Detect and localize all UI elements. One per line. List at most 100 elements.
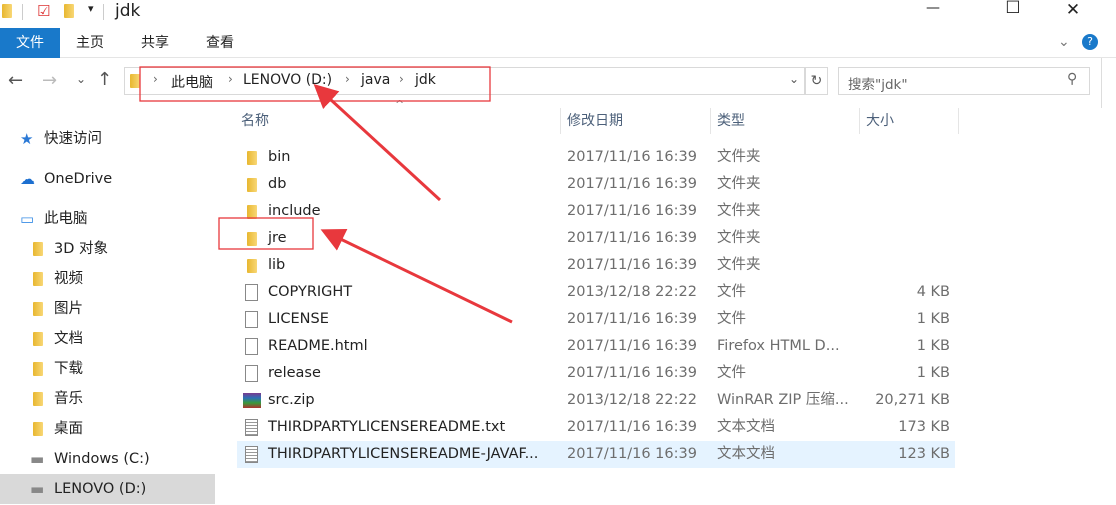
- file-date: 2013/12/18 22:22: [567, 392, 697, 408]
- column-divider[interactable]: [710, 108, 711, 134]
- file-row[interactable]: release 2017/11/16 16:39 文件 1 KB: [237, 360, 955, 387]
- file-row[interactable]: bin 2017/11/16 16:39 文件夹: [237, 144, 955, 171]
- file-row[interactable]: THIRDPARTYLICENSEREADME-JAVAF... 2017/11/…: [237, 441, 955, 468]
- sidebar-item[interactable]: ▬ LENOVO (D:): [0, 474, 215, 504]
- breadcrumb-this-pc[interactable]: 此电脑: [171, 72, 213, 92]
- sidebar-item[interactable]: ▭ 此电脑: [0, 204, 215, 234]
- sidebar-item-label: 文档: [54, 331, 83, 347]
- up-icon[interactable]: ↑: [97, 69, 112, 90]
- address-bar[interactable]: › 此电脑 › LENOVO (D:) › java › jdk ⌄: [124, 67, 805, 95]
- search-input[interactable]: 搜索"jdk" ⚲: [838, 67, 1090, 95]
- new-folder-icon[interactable]: [64, 4, 74, 18]
- folder-icon: [247, 259, 257, 273]
- file-row[interactable]: COPYRIGHT 2013/12/18 22:22 文件 4 KB: [237, 279, 955, 306]
- address-dropdown-icon[interactable]: ⌄: [789, 72, 799, 86]
- file-row[interactable]: src.zip 2013/12/18 22:22 WinRAR ZIP 压缩... 2…: [237, 387, 955, 414]
- ribbon-tabs: 文件 主页 共享 查看 ⌄ ?: [0, 28, 1116, 58]
- expand-ribbon-icon[interactable]: ⌄: [1058, 34, 1070, 50]
- recent-locations-icon[interactable]: ⌄: [76, 72, 86, 86]
- sort-ascending-icon: ^: [395, 98, 405, 111]
- title-bar: ☑ ▾ jdk — ☐ ✕: [0, 0, 1116, 28]
- sidebar-item[interactable]: 视频: [0, 264, 215, 294]
- refresh-button[interactable]: ↻: [805, 67, 828, 95]
- sidebar-item[interactable]: 图片: [0, 294, 215, 324]
- sidebar-item[interactable]: ★ 快速访问: [0, 124, 215, 154]
- tab-home[interactable]: 主页: [76, 28, 104, 58]
- file-row[interactable]: lib 2017/11/16 16:39 文件夹: [237, 252, 955, 279]
- file-type: WinRAR ZIP 压缩...: [717, 392, 849, 408]
- chevron-right-icon: ›: [399, 72, 404, 86]
- file-type: 文件: [717, 311, 746, 327]
- file-date: 2017/11/16 16:39: [567, 203, 697, 219]
- file-size: 1 KB: [916, 311, 950, 327]
- file-size: 1 KB: [916, 365, 950, 381]
- sidebar-item-label: OneDrive: [44, 171, 113, 187]
- file-name: THIRDPARTYLICENSEREADME.txt: [268, 419, 506, 435]
- file-row[interactable]: THIRDPARTYLICENSEREADME.txt 2017/11/16 16…: [237, 414, 955, 441]
- sidebar-item[interactable]: 桌面: [0, 414, 215, 444]
- file-row[interactable]: jre 2017/11/16 16:39 文件夹: [237, 225, 955, 252]
- tab-view[interactable]: 查看: [206, 28, 234, 58]
- file-date: 2017/11/16 16:39: [567, 365, 697, 381]
- window-title: jdk: [115, 1, 141, 21]
- sidebar-item[interactable]: 3D 对象: [0, 234, 215, 264]
- search-icon: ⚲: [1067, 71, 1078, 87]
- folder-downloads-icon: [33, 362, 43, 376]
- file-type: Firefox HTML D...: [717, 338, 840, 354]
- file-size: 4 KB: [916, 284, 950, 300]
- folder-video-icon: [33, 272, 43, 286]
- drive-icon: ▬: [30, 480, 45, 498]
- column-divider[interactable]: [560, 108, 561, 134]
- sidebar-item[interactable]: ▬ Windows (C:): [0, 444, 215, 474]
- file-type: 文件: [717, 284, 746, 300]
- file-date: 2017/11/16 16:39: [567, 338, 697, 354]
- breadcrumb-lenovo[interactable]: LENOVO (D:): [243, 72, 332, 88]
- folder-icon: [247, 178, 257, 192]
- folder-desktop-icon: [33, 422, 43, 436]
- folder-icon: [2, 4, 12, 18]
- file-row[interactable]: LICENSE 2017/11/16 16:39 文件 1 KB: [237, 306, 955, 333]
- minimize-button[interactable]: —: [910, 0, 956, 16]
- file-row[interactable]: README.html 2017/11/16 16:39 Firefox HTML …: [237, 333, 955, 360]
- maximize-button[interactable]: ☐: [990, 0, 1036, 18]
- breadcrumb-jdk[interactable]: jdk: [415, 72, 436, 88]
- sidebar-item[interactable]: ☁ OneDrive: [0, 164, 215, 194]
- file-name: COPYRIGHT: [268, 284, 353, 300]
- file-type: 文件夹: [717, 230, 761, 246]
- column-header-type[interactable]: 类型: [717, 108, 745, 134]
- column-header-size[interactable]: 大小: [866, 108, 894, 134]
- forward-icon[interactable]: →: [42, 70, 57, 91]
- divider: [22, 4, 23, 20]
- file-row[interactable]: db 2017/11/16 16:39 文件夹: [237, 171, 955, 198]
- tab-share[interactable]: 共享: [141, 28, 169, 58]
- file-date: 2017/11/16 16:39: [567, 230, 697, 246]
- customize-quick-access-icon[interactable]: ▾: [88, 2, 94, 15]
- sidebar-item-label: LENOVO (D:): [54, 481, 147, 497]
- sidebar-item[interactable]: 音乐: [0, 384, 215, 414]
- properties-icon[interactable]: ☑: [37, 2, 50, 20]
- file-date: 2017/11/16 16:39: [567, 257, 697, 273]
- folder-music-icon: [33, 392, 43, 406]
- star-icon: ★: [20, 130, 34, 148]
- tab-file[interactable]: 文件: [0, 28, 60, 58]
- column-divider[interactable]: [958, 108, 959, 134]
- file-type: 文件夹: [717, 257, 761, 273]
- folder-documents-icon: [33, 332, 43, 346]
- help-icon[interactable]: ?: [1082, 34, 1098, 50]
- sidebar-item[interactable]: 文档: [0, 324, 215, 354]
- file-name: db: [268, 176, 287, 192]
- column-divider[interactable]: [859, 108, 860, 134]
- file-date: 2017/11/16 16:39: [567, 419, 697, 435]
- file-row[interactable]: include 2017/11/16 16:39 文件夹: [237, 198, 955, 225]
- folder-icon: [247, 151, 257, 165]
- close-button[interactable]: ✕: [1050, 0, 1096, 20]
- back-icon[interactable]: ←: [8, 70, 23, 91]
- file-name: lib: [268, 257, 286, 273]
- file-icon: [245, 311, 258, 328]
- column-header-name[interactable]: 名称: [241, 108, 269, 134]
- sidebar-item[interactable]: 下载: [0, 354, 215, 384]
- chevron-right-icon: ›: [345, 72, 350, 86]
- breadcrumb-java[interactable]: java: [361, 72, 390, 88]
- file-name: jre: [268, 230, 287, 246]
- column-header-date[interactable]: 修改日期: [567, 108, 623, 134]
